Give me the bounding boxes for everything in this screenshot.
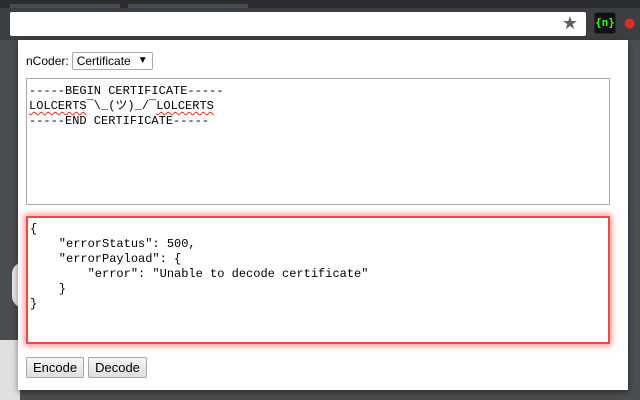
dropdown-arrow-icon: ▼ — [137, 55, 148, 66]
action-buttons: Encode Decode — [26, 357, 147, 378]
output-textarea[interactable]: { "errorStatus": 500, "errorPayload": { … — [26, 216, 610, 344]
encoder-type-label: nCoder: — [26, 54, 69, 68]
ncoder-extension-icon[interactable]: {n} — [594, 12, 616, 34]
input-textarea[interactable]: -----BEGIN CERTIFICATE----- LOLCERTS¯\_(… — [26, 78, 610, 205]
misspelled-word: LOLCERTS — [156, 99, 214, 113]
bookmark-star-icon[interactable]: ★ — [560, 13, 580, 35]
ncoder-popup: nCoder: Certificate ▼ -----BEGIN CERTIFI… — [18, 40, 628, 390]
decode-button[interactable]: Decode — [88, 357, 147, 378]
input-line: -----END CERTIFICATE----- — [29, 114, 210, 128]
background-element — [0, 340, 20, 400]
input-line: -----BEGIN CERTIFICATE----- — [29, 84, 224, 98]
encoder-type-value: Certificate — [76, 54, 131, 68]
encoder-type-select[interactable]: Certificate ▼ — [71, 52, 153, 70]
browser-tab-strip — [0, 0, 640, 8]
encode-button[interactable]: Encode — [26, 357, 85, 378]
misspelled-word: LOLCERTS — [29, 99, 87, 113]
extension-icon[interactable]: ● — [624, 16, 638, 32]
input-text: ¯\_(ツ)_/¯ — [86, 99, 157, 113]
encoder-type-row: nCoder: Certificate ▼ — [26, 52, 153, 70]
address-bar[interactable]: ★ — [10, 12, 586, 36]
browser-toolbar: ★ {n} ● — [0, 8, 640, 40]
